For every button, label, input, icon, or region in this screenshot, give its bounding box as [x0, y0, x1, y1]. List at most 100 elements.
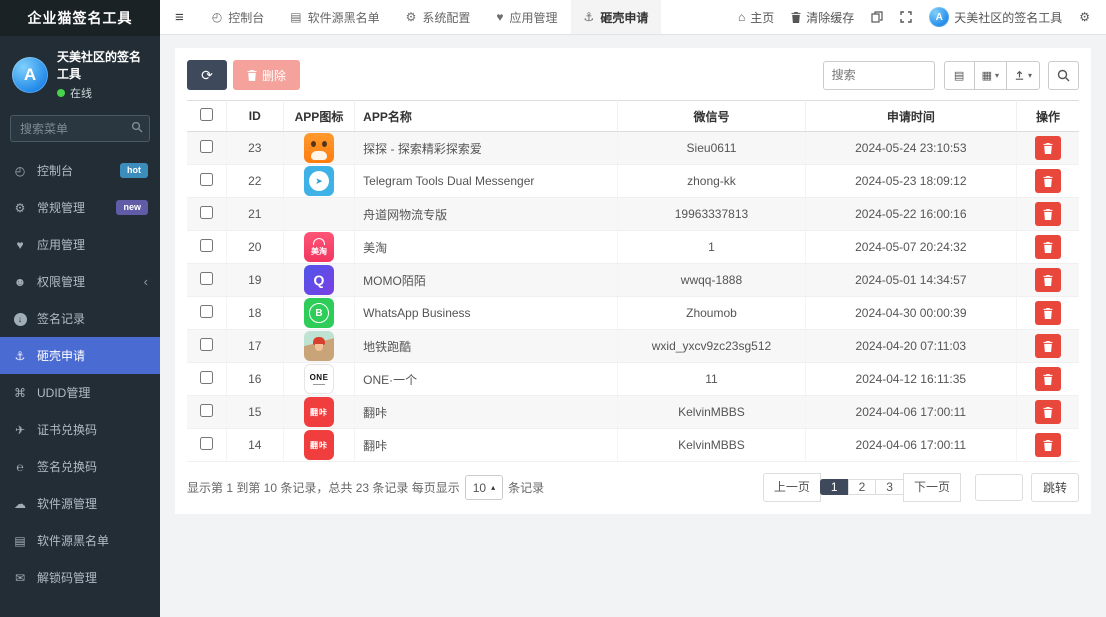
export-button[interactable]: ▾	[1005, 60, 1040, 90]
sidebar-item-label: 软件源黑名单	[37, 534, 110, 548]
row-delete-button[interactable]	[1035, 268, 1061, 292]
trash-icon	[1043, 373, 1053, 385]
bulk-delete-button[interactable]: 删除	[233, 60, 301, 90]
search-button[interactable]	[1048, 60, 1079, 90]
envelope-icon: ✉	[14, 570, 26, 585]
jump-button[interactable]: 跳转	[1030, 473, 1079, 502]
columns-button[interactable]: ▦ ▾	[973, 60, 1007, 90]
settings-gears-icon[interactable]: ⚙	[1079, 10, 1090, 24]
row-checkbox[interactable]	[199, 173, 213, 186]
tab-dump-request[interactable]: ⚓ 砸壳申请	[570, 0, 662, 34]
sidebar-item-source-mgmt[interactable]: ☁ 软件源管理	[0, 485, 160, 522]
cell-app-name: Telegram Tools Dual Messenger	[354, 164, 619, 198]
home-link[interactable]: ⌂ 主页	[738, 9, 774, 26]
row-checkbox[interactable]	[199, 272, 213, 285]
page-button-1[interactable]: 1	[819, 479, 849, 495]
row-delete-button[interactable]	[1035, 169, 1061, 193]
sidebar-item-unlock-mgmt[interactable]: ✉ 解锁码管理	[0, 559, 160, 596]
select-all-checkbox[interactable]	[199, 108, 213, 121]
record-summary: 显示第 1 到第 10 条记录，总共 23 条记录 每页显示	[187, 481, 460, 495]
cell-app-name: 美淘	[354, 230, 619, 264]
cell-id: 21	[225, 197, 284, 231]
row-delete-button[interactable]	[1035, 136, 1061, 160]
sidebar-item-dashboard[interactable]: ◴ 控制台 hot	[0, 152, 160, 189]
sidebar: 企业猫签名工具 天美社区的签名工具 在线 ◴ 控制台 hot ⚙ 常规管理 new …	[0, 0, 160, 617]
next-page-button[interactable]: 下一页	[902, 473, 961, 502]
cell-app-name: 探探 - 探索精彩探索爱	[354, 131, 619, 165]
trash-icon	[791, 11, 801, 23]
tab-label: 砸壳申请	[600, 10, 649, 25]
sidebar-item-sign-records[interactable]: ↓ 签名记录	[0, 300, 160, 337]
cell-id: 23	[225, 131, 284, 165]
tab-label: 系统配置	[422, 10, 471, 25]
search-icon	[1057, 69, 1070, 81]
user-menu[interactable]: 天美社区的签名工具	[929, 7, 1062, 27]
tab-app-mgmt[interactable]: ♥ 应用管理	[483, 0, 570, 34]
sidebar-item-app-mgmt[interactable]: ♥ 应用管理	[0, 226, 160, 263]
copy-button[interactable]	[871, 11, 883, 23]
prev-page-button[interactable]: 上一页	[762, 473, 821, 502]
row-checkbox[interactable]	[199, 437, 213, 450]
sidebar-item-general-mgmt[interactable]: ⚙ 常规管理 new	[0, 189, 160, 226]
col-header-actions: 操作	[1016, 100, 1079, 132]
tab-dashboard[interactable]: ◴ 控制台	[199, 0, 278, 34]
trash-icon	[1043, 340, 1053, 352]
row-checkbox[interactable]	[199, 404, 213, 417]
row-delete-button[interactable]	[1035, 433, 1061, 457]
sidebar-item-permission-mgmt[interactable]: ☻ 权限管理 ‹	[0, 263, 160, 300]
sidebar-item-dump-request[interactable]: ⚓ 砸壳申请	[0, 337, 160, 374]
detail-view-button[interactable]: ▤	[943, 60, 975, 90]
sidebar-item-udid-mgmt[interactable]: ⌘ UDID管理	[0, 374, 160, 411]
hamburger-menu-icon[interactable]: ≡	[160, 0, 199, 34]
row-delete-button[interactable]	[1035, 202, 1061, 226]
row-checkbox[interactable]	[199, 305, 213, 318]
trash-icon	[247, 69, 257, 81]
refresh-button[interactable]: ⟳	[187, 60, 227, 90]
row-delete-button[interactable]	[1035, 400, 1061, 424]
e-icon: ℮	[16, 459, 24, 474]
page-size-value: 10	[472, 480, 487, 495]
row-checkbox[interactable]	[199, 371, 213, 384]
sidebar-item-sign-redeem[interactable]: ℮ 签名兑换码	[0, 448, 160, 485]
col-header-id: ID	[225, 100, 284, 132]
row-checkbox[interactable]	[199, 338, 213, 351]
pagination: 上一页 123 下一页 跳转	[762, 473, 1079, 502]
cell-app-name: WhatsApp Business	[354, 296, 619, 330]
app-icon-fanka: 翻咔	[303, 430, 334, 460]
page-button-3[interactable]: 3	[875, 479, 904, 495]
row-delete-button[interactable]	[1035, 367, 1061, 391]
cell-time: 2024-04-06 17:00:11	[804, 395, 1018, 429]
fullscreen-button[interactable]	[900, 11, 912, 23]
tab-system-config[interactable]: ⚙ 系统配置	[393, 0, 484, 34]
page-button-2[interactable]: 2	[847, 479, 877, 495]
sidebar-item-source-blacklist[interactable]: ▤ 软件源黑名单	[0, 522, 160, 559]
clear-cache-link[interactable]: 清除缓存	[791, 9, 854, 26]
row-delete-button[interactable]	[1035, 301, 1061, 325]
row-checkbox[interactable]	[199, 239, 213, 252]
table-search-input[interactable]	[822, 60, 935, 90]
user-status: 在线	[57, 85, 150, 101]
cell-icon: 美淘	[282, 230, 356, 264]
app-icon-one: ONE	[303, 364, 334, 394]
app-icon-momo	[303, 265, 334, 295]
row-delete-button[interactable]	[1035, 334, 1061, 358]
gear-icon: ⚙	[405, 10, 417, 24]
chevron-up-icon: ▴	[491, 483, 496, 492]
jump-page-input[interactable]	[974, 474, 1023, 501]
cell-time: 2024-04-12 16:11:35	[804, 362, 1018, 396]
cloud-icon: ☁	[14, 496, 26, 511]
anchor-icon: ⚓	[14, 348, 26, 363]
app-icon-fanka: 翻咔	[303, 397, 334, 427]
row-checkbox[interactable]	[199, 140, 213, 153]
table-footer: 显示第 1 到第 10 条记录，总共 23 条记录 每页显示 10 ▴ 条记录 …	[187, 473, 1079, 502]
cell-wechat: 11	[617, 362, 806, 396]
row-checkbox[interactable]	[199, 206, 213, 219]
page-size-select[interactable]: 10 ▴	[464, 475, 504, 500]
sidebar-search-input[interactable]	[10, 115, 150, 142]
history-icon: ↓	[12, 311, 28, 326]
sidebar-item-cert-redeem[interactable]: ✈ 证书兑换码	[0, 411, 160, 448]
sidebar-item-label: 签名兑换码	[37, 460, 98, 474]
row-delete-button[interactable]	[1035, 235, 1061, 259]
cell-id: 18	[225, 296, 284, 330]
tab-source-blacklist[interactable]: ▤ 软件源黑名单	[277, 0, 392, 34]
